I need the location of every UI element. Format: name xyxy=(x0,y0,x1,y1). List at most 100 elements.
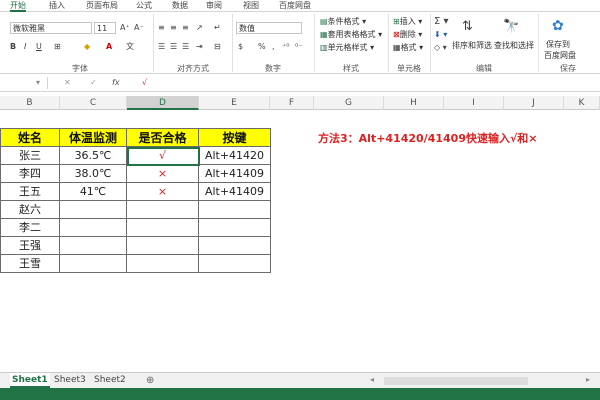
cell-styles-button[interactable]: ▥单元格样式 ▾ xyxy=(320,42,374,54)
cell-temperature[interactable]: 36.5℃ xyxy=(60,147,127,165)
cell-shortcut[interactable]: Alt+41409 xyxy=(199,183,271,201)
italic-icon[interactable]: I xyxy=(24,41,26,53)
comma-icon[interactable]: , xyxy=(272,41,275,53)
percent-icon[interactable]: % xyxy=(258,41,266,53)
cell-name[interactable]: 王强 xyxy=(0,237,60,255)
tab-page-layout[interactable]: 页面布局 xyxy=(86,0,118,12)
cell-qualified[interactable]: √ xyxy=(127,147,199,165)
align-right-icon[interactable]: ☰ xyxy=(182,41,189,53)
align-top-icon[interactable]: ≡ xyxy=(158,22,165,34)
tab-view[interactable]: 视图 xyxy=(243,0,259,12)
align-left-icon[interactable]: ☰ xyxy=(158,41,165,53)
sort-filter-button[interactable]: 排序和筛选 xyxy=(452,40,492,52)
cell-qualified[interactable] xyxy=(127,201,199,219)
cell-shortcut[interactable] xyxy=(199,237,271,255)
increase-font-icon[interactable]: A⁺ xyxy=(120,22,130,34)
table-format-button[interactable]: ▦套用表格格式 ▾ xyxy=(320,29,382,41)
scroll-left-icon[interactable]: ◂ xyxy=(370,374,374,386)
cell-name[interactable]: 李四 xyxy=(0,165,60,183)
cell-shortcut[interactable] xyxy=(199,255,271,273)
align-center-icon[interactable]: ☰ xyxy=(170,41,177,53)
cell-shortcut[interactable]: Alt+41409 xyxy=(199,165,271,183)
column-header[interactable]: C xyxy=(60,96,127,110)
phonetic-icon[interactable]: 文 xyxy=(126,41,134,53)
find-select-icon[interactable]: 🔭 xyxy=(503,16,519,38)
tab-formulas[interactable]: 公式 xyxy=(136,0,152,12)
font-size-select[interactable]: 11 xyxy=(94,22,116,34)
tab-data[interactable]: 数据 xyxy=(172,0,188,12)
tab-review[interactable]: 审阅 xyxy=(206,0,222,12)
fill-icon[interactable]: ⬇ ▾ xyxy=(434,29,447,41)
name-box-dropdown-icon[interactable]: ▾ xyxy=(36,77,40,89)
font-color-icon[interactable]: A xyxy=(106,41,112,53)
indent-icon[interactable]: ⇥ xyxy=(196,41,203,53)
number-format-select[interactable]: 数值 xyxy=(236,22,302,34)
fill-color-icon[interactable]: ◆ xyxy=(84,41,90,53)
cell-qualified[interactable] xyxy=(127,255,199,273)
tab-insert[interactable]: 插入 xyxy=(49,0,65,12)
header-cell-qualified[interactable]: 是否合格 xyxy=(127,129,199,147)
sheet-tab[interactable]: Sheet2 xyxy=(92,373,128,388)
tab-baidu-pan[interactable]: 百度网盘 xyxy=(279,0,311,12)
column-header[interactable]: H xyxy=(384,96,444,110)
baidu-pan-label[interactable]: 百度网盘 xyxy=(544,50,576,62)
cell-qualified[interactable]: × xyxy=(127,183,199,201)
insert-function-icon[interactable]: fx xyxy=(112,77,120,89)
cell-shortcut[interactable] xyxy=(199,219,271,237)
wrap-text-icon[interactable]: ↵ xyxy=(214,22,221,34)
column-header[interactable]: D xyxy=(127,96,199,110)
clear-icon[interactable]: ◇ ▾ xyxy=(434,42,447,54)
column-header[interactable]: B xyxy=(0,96,60,110)
autosum-icon[interactable]: Σ ▾ xyxy=(434,16,449,28)
cell-temperature[interactable]: 38.0℃ xyxy=(60,165,127,183)
formula-input[interactable]: √ xyxy=(142,77,147,89)
column-header[interactable]: K xyxy=(564,96,600,110)
scroll-right-icon[interactable]: ▸ xyxy=(586,374,590,386)
format-cells-button[interactable]: ▦格式 ▾ xyxy=(393,42,423,54)
cell-temperature[interactable] xyxy=(60,219,127,237)
header-cell-shortcut[interactable]: 按键 xyxy=(199,129,271,147)
tab-home[interactable]: 开始 xyxy=(10,0,26,12)
sort-filter-icon[interactable]: ⇅ xyxy=(462,16,473,38)
cell-shortcut[interactable] xyxy=(199,201,271,219)
column-header[interactable]: I xyxy=(444,96,504,110)
cell-name[interactable]: 王五 xyxy=(0,183,60,201)
cell-temperature[interactable] xyxy=(60,237,127,255)
border-icon[interactable]: ⊞ xyxy=(54,41,61,53)
sheet-tab[interactable]: Sheet1 xyxy=(10,373,50,388)
insert-cells-button[interactable]: ⊞插入 ▾ xyxy=(393,16,422,28)
cell-temperature[interactable] xyxy=(60,201,127,219)
sheet-tab[interactable]: Sheet3 xyxy=(52,373,88,388)
add-sheet-icon[interactable]: ⊕ xyxy=(146,375,154,387)
baidu-cloud-icon[interactable]: ✿ xyxy=(552,15,564,37)
column-header[interactable]: J xyxy=(504,96,564,110)
font-name-select[interactable]: 微软雅黑 xyxy=(10,22,92,34)
decimal-increase-icon[interactable]: ⁺⁰ xyxy=(282,41,289,53)
column-header[interactable]: G xyxy=(314,96,384,110)
cell-name[interactable]: 赵六 xyxy=(0,201,60,219)
conditional-format-button[interactable]: ▤条件格式 ▾ xyxy=(320,16,366,28)
column-header[interactable]: F xyxy=(270,96,314,110)
header-cell-name[interactable]: 姓名 xyxy=(0,129,60,147)
decimal-decrease-icon[interactable]: ⁰⁻ xyxy=(295,41,302,53)
cell-qualified[interactable] xyxy=(127,237,199,255)
decrease-font-icon[interactable]: A⁻ xyxy=(134,22,144,34)
cell-name[interactable]: 张三 xyxy=(0,147,60,165)
cell-qualified[interactable]: × xyxy=(127,165,199,183)
merge-center-icon[interactable]: ⊟ xyxy=(214,41,221,53)
underline-icon[interactable]: U xyxy=(36,41,42,53)
cell-name[interactable]: 王雪 xyxy=(0,255,60,273)
cell-name[interactable]: 李二 xyxy=(0,219,60,237)
cancel-icon[interactable]: ✕ xyxy=(64,77,71,89)
align-bottom-icon[interactable]: ≡ xyxy=(182,22,189,34)
cell-temperature[interactable]: 41℃ xyxy=(60,183,127,201)
find-select-button[interactable]: 查找和选择 xyxy=(494,40,534,52)
header-cell-temperature[interactable]: 体温监测 xyxy=(60,129,127,147)
cell-qualified[interactable] xyxy=(127,219,199,237)
align-middle-icon[interactable]: ≡ xyxy=(170,22,177,34)
horizontal-scrollbar[interactable] xyxy=(384,377,528,385)
orientation-icon[interactable]: ↗ xyxy=(196,22,203,34)
delete-cells-button[interactable]: ⊠删除 ▾ xyxy=(393,29,422,41)
cell-shortcut[interactable]: Alt+41420 xyxy=(199,147,271,165)
currency-icon[interactable]: $ xyxy=(238,41,243,53)
